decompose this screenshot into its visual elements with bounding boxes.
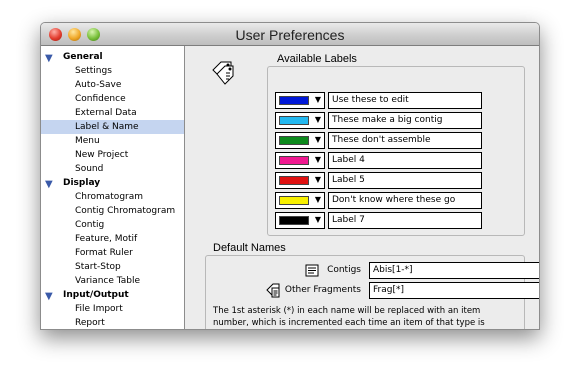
preferences-sidebar: ▼ General Settings Auto-Save Confidence Exter… bbox=[41, 46, 185, 329]
label-row: ▼ Label 7 bbox=[275, 212, 485, 230]
color-swatch bbox=[279, 116, 309, 125]
sidebar-item-confidence[interactable]: Confidence bbox=[41, 92, 184, 106]
sidebar-item-feature-motif[interactable]: Feature, Motif bbox=[41, 232, 184, 246]
sidebar-item-contig[interactable]: Contig bbox=[41, 218, 184, 232]
popup-arrow-icon: ▼ bbox=[314, 155, 321, 164]
label-color-popup[interactable]: ▼ bbox=[275, 92, 325, 109]
fragment-icon bbox=[266, 283, 280, 298]
sidebar-item-new-project[interactable]: New Project bbox=[41, 148, 184, 162]
label-row: ▼ Use these to edit bbox=[275, 92, 485, 110]
color-swatch bbox=[279, 96, 309, 105]
sidebar-item-menu[interactable]: Menu bbox=[41, 134, 184, 148]
label-row: ▼ Label 5 bbox=[275, 172, 485, 190]
popup-arrow-icon: ▼ bbox=[314, 215, 321, 224]
label-color-popup[interactable]: ▼ bbox=[275, 192, 325, 209]
sidebar-label: Feature, Motif bbox=[75, 234, 138, 244]
default-names-title: Default Names bbox=[213, 242, 286, 254]
sidebar-label: Contig bbox=[75, 220, 105, 230]
sidebar-label: Report bbox=[75, 318, 105, 328]
sidebar-label: Chromatogram bbox=[75, 192, 144, 202]
sidebar-label: Variance Table bbox=[75, 276, 141, 286]
default-names-note: The 1st asterisk (*) in each name will b… bbox=[213, 306, 485, 328]
label-name-field[interactable]: Label 7 bbox=[328, 212, 482, 229]
label-name-field[interactable]: Label 5 bbox=[328, 172, 482, 189]
sidebar-category-input-output[interactable]: ▼ Input/Output bbox=[41, 288, 184, 302]
sidebar-label: General bbox=[63, 52, 103, 62]
sidebar-label: External Data bbox=[75, 108, 137, 118]
sidebar-item-label-name[interactable]: Label & Name bbox=[41, 120, 184, 134]
sidebar-item-auto-save[interactable]: Auto-Save bbox=[41, 78, 184, 92]
label-name-field[interactable]: These don't assemble bbox=[328, 132, 482, 149]
sidebar-category-general[interactable]: ▼ General bbox=[41, 50, 184, 64]
sidebar-label: Auto-Save bbox=[75, 80, 122, 90]
color-swatch bbox=[279, 216, 309, 225]
contigs-row: Contigs Abis[1-*] bbox=[259, 262, 539, 280]
available-labels-title: Available Labels bbox=[277, 53, 357, 65]
sidebar-item-variance-table[interactable]: Variance Table bbox=[41, 274, 184, 288]
popup-arrow-icon: ▼ bbox=[314, 115, 321, 124]
sidebar-item-start-stop[interactable]: Start-Stop bbox=[41, 260, 184, 274]
popup-arrow-icon: ▼ bbox=[314, 95, 321, 104]
contig-icon bbox=[305, 264, 319, 277]
popup-arrow-icon: ▼ bbox=[314, 135, 321, 144]
sidebar-item-sound[interactable]: Sound bbox=[41, 162, 184, 176]
color-swatch bbox=[279, 156, 309, 165]
color-swatch bbox=[279, 136, 309, 145]
fragments-name-field[interactable]: Frag[*] bbox=[369, 282, 539, 299]
sidebar-label: Label & Name bbox=[75, 122, 139, 132]
sidebar-item-report[interactable]: Report bbox=[41, 316, 184, 329]
sidebar-label: New Project bbox=[75, 150, 129, 160]
label-name-field[interactable]: Don't know where these go bbox=[328, 192, 482, 209]
fragments-label: Other Fragments bbox=[284, 285, 361, 295]
preferences-window: User Preferences ▼ General Settings Auto-Sa… bbox=[40, 22, 540, 330]
sidebar-label: Contig Chromatogram bbox=[75, 206, 176, 216]
label-color-popup[interactable]: ▼ bbox=[275, 172, 325, 189]
sidebar-label: Confidence bbox=[75, 94, 126, 104]
sidebar-label: Start-Stop bbox=[75, 262, 121, 272]
label-color-popup[interactable]: ▼ bbox=[275, 152, 325, 169]
label-name-panel: Available Labels ▼ Use these to edit ▼ Thes… bbox=[185, 46, 539, 329]
sidebar-item-external-data[interactable]: External Data bbox=[41, 106, 184, 120]
label-row: ▼ These don't assemble bbox=[275, 132, 485, 150]
sidebar-label: Menu bbox=[75, 136, 100, 146]
sidebar-label: File Import bbox=[75, 304, 123, 314]
sidebar-item-format-ruler[interactable]: Format Ruler bbox=[41, 246, 184, 260]
label-name-field[interactable]: Use these to edit bbox=[328, 92, 482, 109]
label-row: ▼ Don't know where these go bbox=[275, 192, 485, 210]
window-title: User Preferences bbox=[235, 27, 345, 43]
contigs-label: Contigs bbox=[327, 265, 361, 275]
label-name-field[interactable]: Label 4 bbox=[328, 152, 482, 169]
sidebar-label: Settings bbox=[75, 66, 112, 76]
contigs-name-field[interactable]: Abis[1-*] bbox=[369, 262, 539, 279]
label-color-popup[interactable]: ▼ bbox=[275, 112, 325, 129]
sidebar-item-contig-chromatogram[interactable]: Contig Chromatogram bbox=[41, 204, 184, 218]
title-bar[interactable]: User Preferences bbox=[41, 23, 539, 46]
sidebar-category-display[interactable]: ▼ Display bbox=[41, 176, 184, 190]
sidebar-item-settings[interactable]: Settings bbox=[41, 64, 184, 78]
sidebar-label: Display bbox=[63, 178, 101, 188]
label-color-popup[interactable]: ▼ bbox=[275, 132, 325, 149]
fragments-row: Other Fragments Frag[*] bbox=[259, 282, 539, 300]
label-tags-icon bbox=[212, 61, 234, 85]
label-row: ▼ These make a big contig bbox=[275, 112, 485, 130]
popup-arrow-icon: ▼ bbox=[314, 195, 321, 204]
popup-arrow-icon: ▼ bbox=[314, 175, 321, 184]
sidebar-label: Input/Output bbox=[63, 290, 129, 300]
color-swatch bbox=[279, 176, 309, 185]
color-swatch bbox=[279, 196, 309, 205]
sidebar-label: Format Ruler bbox=[75, 248, 133, 258]
sidebar-item-file-import[interactable]: File Import bbox=[41, 302, 184, 316]
sidebar-item-chromatogram[interactable]: Chromatogram bbox=[41, 190, 184, 204]
label-color-popup[interactable]: ▼ bbox=[275, 212, 325, 229]
label-name-field[interactable]: These make a big contig bbox=[328, 112, 482, 129]
label-row: ▼ Label 4 bbox=[275, 152, 485, 170]
sidebar-label: Sound bbox=[75, 164, 104, 174]
